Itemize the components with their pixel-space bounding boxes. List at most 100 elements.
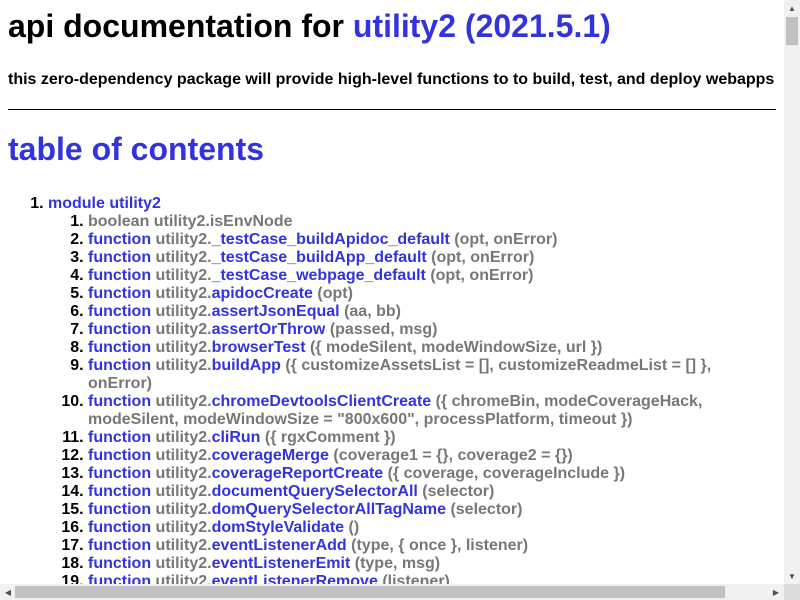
member-kind[interactable]: function	[88, 501, 151, 518]
member-item[interactable]: function utility2.assertOrThrow (passed,…	[88, 321, 776, 339]
member-namespace: utility2.	[155, 447, 212, 464]
member-name[interactable]: chromeDevtoolsClientCreate	[212, 393, 432, 410]
member-kind[interactable]: function	[88, 537, 151, 554]
member-namespace: utility2.	[155, 303, 212, 320]
module-link[interactable]: module utility2	[48, 195, 161, 212]
member-namespace: utility2.	[155, 357, 212, 374]
member-kind[interactable]: function	[88, 303, 151, 320]
scrollbar-corner	[784, 584, 800, 600]
member-kind[interactable]: function	[88, 357, 151, 374]
member-kind[interactable]: function	[88, 429, 151, 446]
member-item[interactable]: function utility2._testCase_buildApp_def…	[88, 249, 776, 267]
member-name[interactable]: _testCase_buildApp_default	[212, 249, 427, 266]
member-signature: (aa, bb)	[344, 303, 401, 320]
member-signature: ({ coverage, coverageInclude })	[387, 465, 626, 482]
member-item[interactable]: function utility2.domStyleValidate ()	[88, 519, 776, 537]
scroll-up-arrow-icon[interactable]: ▲	[784, 0, 800, 16]
member-list: boolean utility2.isEnvNodefunction utili…	[48, 213, 776, 584]
member-kind: boolean	[88, 213, 150, 230]
page-title: api documentation for utility2 (2021.5.1…	[8, 0, 776, 45]
package-link[interactable]: utility2 (2021.5.1)	[353, 8, 611, 44]
member-item: boolean utility2.isEnvNode	[88, 213, 776, 231]
member-kind[interactable]: function	[88, 555, 151, 572]
member-namespace: utility2.	[155, 285, 212, 302]
member-item[interactable]: function utility2.buildApp ({ customizeA…	[88, 357, 776, 393]
member-item[interactable]: function utility2.documentQuerySelectorA…	[88, 483, 776, 501]
member-namespace: utility2.	[155, 231, 212, 248]
member-signature: ({ modeSilent, modeWindowSize, url })	[309, 339, 603, 356]
member-kind[interactable]: function	[88, 483, 151, 500]
member-name[interactable]: coverageReportCreate	[212, 465, 384, 482]
member-name[interactable]: eventListenerRemove	[212, 573, 378, 584]
member-name[interactable]: eventListenerEmit	[212, 555, 351, 572]
member-item[interactable]: function utility2.domQuerySelectorAllTag…	[88, 501, 776, 519]
member-namespace: utility2.	[155, 483, 212, 500]
member-item[interactable]: function utility2.eventListenerEmit (typ…	[88, 555, 776, 573]
member-signature: (opt, onError)	[430, 267, 534, 284]
member-name[interactable]: domQuerySelectorAllTagName	[212, 501, 446, 518]
member-item[interactable]: function utility2.cliRun ({ rgxComment }…	[88, 429, 776, 447]
member-kind[interactable]: function	[88, 231, 151, 248]
member-kind[interactable]: function	[88, 321, 151, 338]
member-kind[interactable]: function	[88, 393, 151, 410]
member-namespace: utility2.	[155, 393, 212, 410]
member-kind[interactable]: function	[88, 249, 151, 266]
member-name[interactable]: assertOrThrow	[212, 321, 326, 338]
member-name[interactable]: _testCase_webpage_default	[212, 267, 426, 284]
horizontal-scroll-thumb[interactable]	[15, 586, 725, 598]
member-signature: ()	[348, 519, 360, 536]
member-signature: (opt, onError)	[454, 231, 558, 248]
member-signature: (selector)	[422, 483, 495, 500]
member-kind[interactable]: function	[88, 465, 151, 482]
member-item[interactable]: function utility2.assertJsonEqual (aa, b…	[88, 303, 776, 321]
toc-title[interactable]: table of contents	[8, 131, 776, 168]
page-title-prefix: api documentation for	[8, 8, 353, 44]
member-signature: (type, msg)	[354, 555, 441, 572]
member-kind[interactable]: function	[88, 447, 151, 464]
member-item[interactable]: function utility2.apidocCreate (opt)	[88, 285, 776, 303]
member-name[interactable]: browserTest	[212, 339, 306, 356]
scroll-down-arrow-icon[interactable]: ▼	[784, 568, 800, 584]
member-name[interactable]: domStyleValidate	[212, 519, 345, 536]
member-name[interactable]: assertJsonEqual	[212, 303, 340, 320]
member-item[interactable]: function utility2.eventListenerAdd (type…	[88, 537, 776, 555]
member-kind[interactable]: function	[88, 267, 151, 284]
member-name[interactable]: coverageMerge	[212, 447, 329, 464]
member-kind[interactable]: function	[88, 519, 151, 536]
member-namespace: utility2.	[153, 213, 210, 230]
scroll-left-arrow-icon[interactable]: ◀	[0, 584, 16, 600]
package-description: this zero-dependency package will provid…	[8, 71, 775, 88]
member-item[interactable]: function utility2._testCase_buildApidoc_…	[88, 231, 776, 249]
divider	[8, 109, 776, 110]
member-name[interactable]: cliRun	[212, 429, 261, 446]
member-kind[interactable]: function	[88, 339, 151, 356]
member-namespace: utility2.	[155, 321, 212, 338]
member-name[interactable]: apidocCreate	[212, 285, 313, 302]
member-signature: (listener)	[382, 573, 450, 584]
member-name[interactable]: _testCase_buildApidoc_default	[212, 231, 450, 248]
module-item: module utility2 boolean utility2.isEnvNo…	[48, 195, 776, 584]
member-name[interactable]: documentQuerySelectorAll	[212, 483, 418, 500]
member-namespace: utility2.	[155, 501, 212, 518]
member-item[interactable]: function utility2._testCase_webpage_defa…	[88, 267, 776, 285]
member-namespace: utility2.	[155, 339, 212, 356]
member-kind[interactable]: function	[88, 285, 151, 302]
member-item[interactable]: function utility2.browserTest ({ modeSil…	[88, 339, 776, 357]
member-name[interactable]: eventListenerAdd	[212, 537, 347, 554]
member-namespace: utility2.	[155, 573, 212, 584]
scroll-right-arrow-icon[interactable]: ▶	[768, 584, 784, 600]
member-item[interactable]: function utility2.eventListenerRemove (l…	[88, 573, 776, 584]
member-namespace: utility2.	[155, 267, 212, 284]
member-item[interactable]: function utility2.coverageReportCreate (…	[88, 465, 776, 483]
member-signature: ({ rgxComment })	[264, 429, 396, 446]
horizontal-scrollbar[interactable]: ◀ ▶	[0, 584, 784, 600]
member-namespace: utility2.	[155, 519, 212, 536]
member-kind[interactable]: function	[88, 573, 151, 584]
vertical-scroll-thumb[interactable]	[786, 17, 798, 45]
member-signature: (type, { once }, listener)	[351, 537, 529, 554]
member-signature: (passed, msg)	[329, 321, 438, 338]
vertical-scrollbar[interactable]: ▲ ▼	[784, 0, 800, 584]
member-item[interactable]: function utility2.chromeDevtoolsClientCr…	[88, 393, 776, 429]
member-name[interactable]: buildApp	[212, 357, 281, 374]
member-item[interactable]: function utility2.coverageMerge (coverag…	[88, 447, 776, 465]
